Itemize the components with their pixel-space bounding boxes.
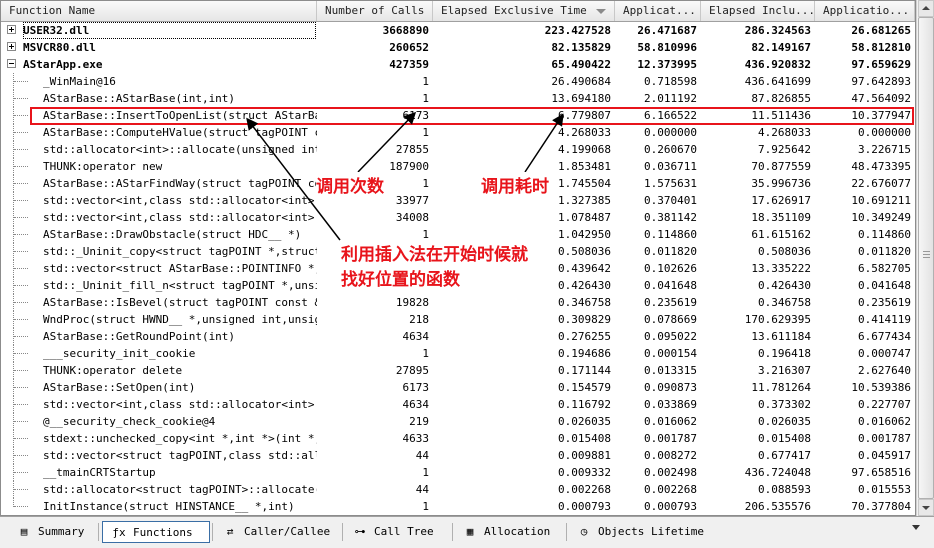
annotation-calls: 调用次数	[316, 172, 384, 197]
tab-separator	[452, 523, 453, 541]
allocation-icon: ▦	[466, 525, 474, 538]
tabs-overflow-icon[interactable]	[912, 525, 920, 530]
tab-separator	[566, 523, 567, 541]
objects-lifetime-icon: ◷	[580, 525, 588, 538]
tab-call-tree[interactable]: ⊶ Call Tree	[344, 521, 452, 543]
function-icon: ƒx	[112, 526, 126, 539]
annotation-insert-line-1: 利用插入法在开始时候就	[341, 240, 528, 265]
arrow-to-calls	[357, 111, 417, 173]
tab-functions[interactable]: ƒx Functions	[102, 521, 210, 543]
arrow-to-time	[524, 113, 564, 173]
summary-icon: ▤	[20, 525, 28, 538]
tab-separator	[212, 523, 213, 541]
tab-allocation[interactable]: ▦ Allocation	[454, 521, 564, 543]
call-tree-icon: ⊶	[354, 525, 366, 538]
view-tabs: ▤ Summary ƒx Functions ⇄ Caller/Callee ⊶ Cal…	[0, 516, 934, 548]
annotation-insert-line-2: 找好位置的函数	[341, 265, 460, 290]
tab-objects-lifetime[interactable]: ◷ Objects Lifetime	[568, 521, 718, 543]
tab-summary[interactable]: ▤ Summary	[8, 521, 96, 543]
annotation-time: 调用耗时	[481, 172, 549, 197]
tab-separator	[342, 523, 343, 541]
tab-separator	[98, 523, 99, 541]
tab-caller-callee[interactable]: ⇄ Caller/Callee	[214, 521, 340, 543]
caller-callee-icon: ⇄	[226, 525, 234, 538]
